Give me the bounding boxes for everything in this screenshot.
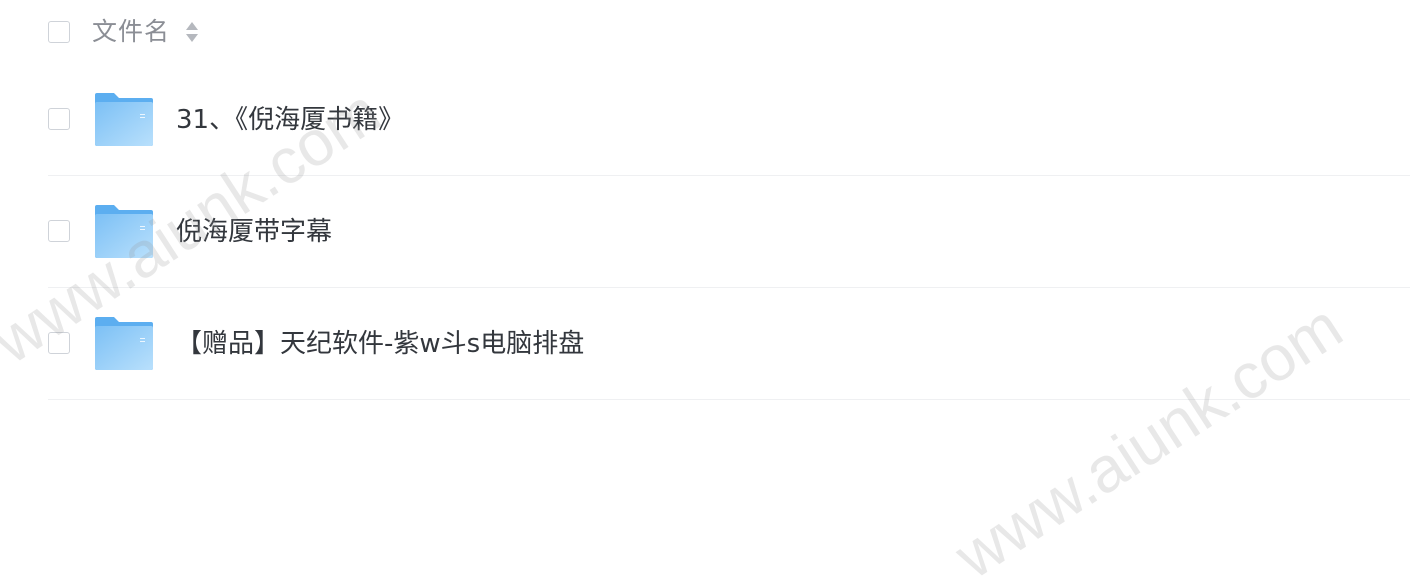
file-row[interactable]: 31、《倪海厦书籍》 [0, 64, 1410, 176]
row-checkbox[interactable] [48, 220, 70, 242]
folder-icon [94, 204, 154, 260]
file-name[interactable]: 31、《倪海厦书籍》 [176, 102, 404, 138]
file-list-page: 文件名 31、《倪海厦书籍》 倪海厦带字幕 【赠品】天纪软件-紫w斗s电脑排盘 … [0, 0, 1410, 588]
file-name[interactable]: 倪海厦带字幕 [176, 214, 332, 250]
folder-icon [94, 316, 154, 372]
file-list-header: 文件名 [0, 0, 1410, 64]
file-list: 31、《倪海厦书籍》 倪海厦带字幕 【赠品】天纪软件-紫w斗s电脑排盘 [0, 64, 1410, 400]
row-checkbox[interactable] [48, 332, 70, 354]
column-header-filename[interactable]: 文件名 [92, 15, 170, 49]
file-row[interactable]: 【赠品】天纪软件-紫w斗s电脑排盘 [0, 288, 1410, 400]
sort-icon[interactable] [185, 20, 199, 44]
select-all-checkbox[interactable] [48, 21, 70, 43]
file-row[interactable]: 倪海厦带字幕 [0, 176, 1410, 288]
folder-icon [94, 92, 154, 148]
file-name[interactable]: 【赠品】天纪软件-紫w斗s电脑排盘 [176, 326, 584, 362]
row-checkbox[interactable] [48, 108, 70, 130]
